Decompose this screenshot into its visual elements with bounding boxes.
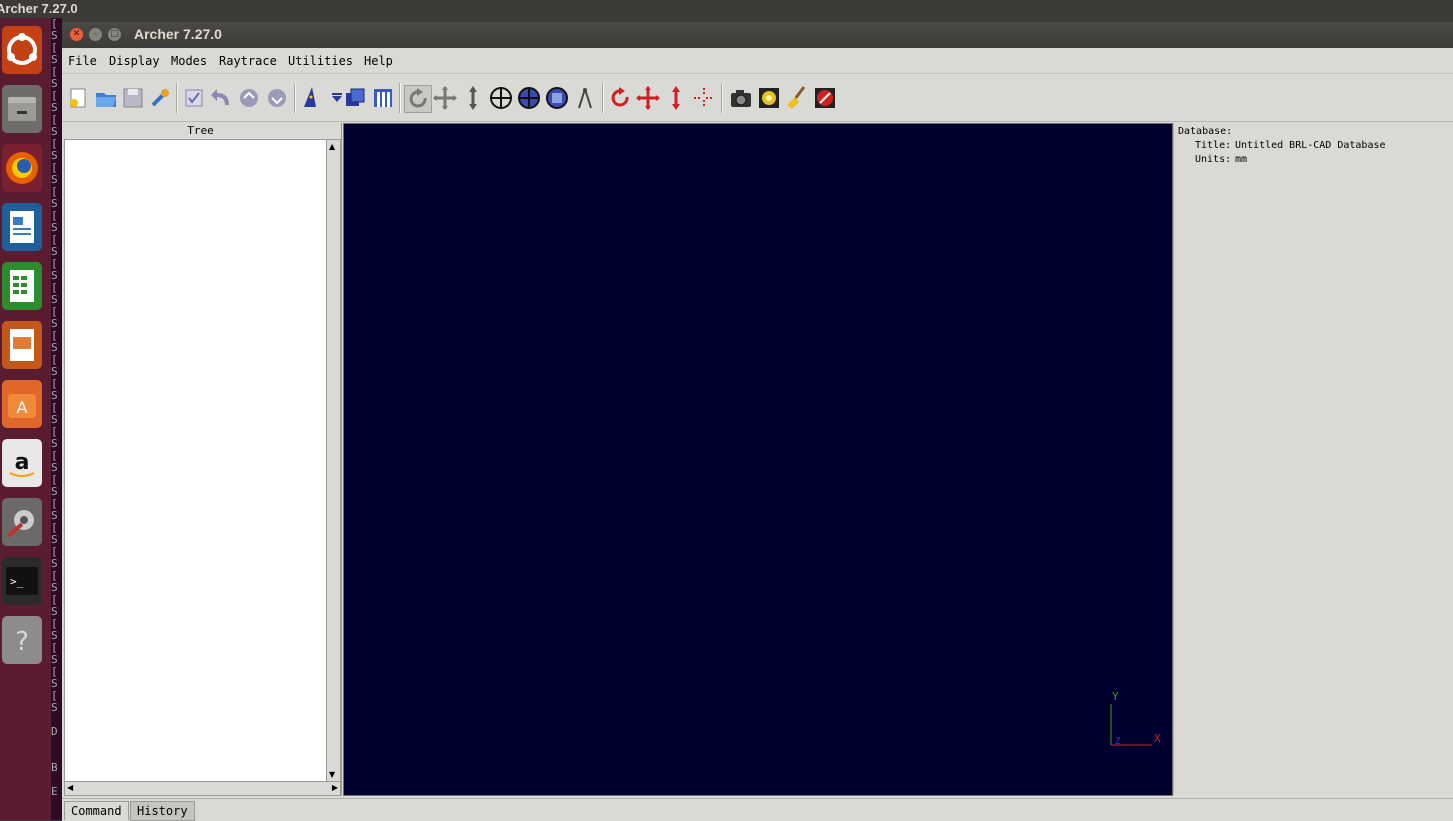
new-file-icon[interactable] [65, 85, 91, 111]
revert-icon[interactable] [264, 85, 290, 111]
amazon-icon[interactable]: a [2, 439, 42, 487]
writer-icon[interactable] [2, 203, 42, 251]
maximize-button[interactable]: □ [108, 28, 121, 41]
tree-horizontal-scrollbar[interactable]: ◀ ▶ [64, 781, 341, 796]
pane-sash[interactable] [341, 123, 342, 795]
z-axis-label: Z [1115, 737, 1121, 747]
firefox-icon[interactable] [2, 144, 42, 192]
top-panel: Archer 7.27.0 [0, 0, 1453, 18]
toolbar [62, 75, 1453, 122]
wizard-dropdown-icon[interactable] [324, 85, 342, 111]
svg-text:>_: >_ [10, 575, 24, 588]
panel-title: Archer 7.27.0 [0, 1, 78, 16]
files-icon[interactable] [2, 85, 42, 133]
properties-panel: Database: Title: Untitled BRL-CAD Databa… [1173, 123, 1453, 795]
scroll-down-icon[interactable]: ▼ [329, 770, 335, 779]
broom-clear-icon[interactable] [784, 85, 810, 111]
minimize-button[interactable]: – [89, 28, 102, 41]
edit-rotate-icon[interactable] [607, 85, 633, 111]
preferences-wrench-icon[interactable] [147, 85, 173, 111]
tree-panel[interactable] [64, 139, 327, 782]
tree-vertical-scrollbar[interactable]: ▲ ▼ [326, 139, 341, 782]
window-title: Archer 7.27.0 [134, 26, 222, 42]
archer-window: ✕ – □ Archer 7.27.0 File Display Modes R… [62, 22, 1453, 821]
y-axis-label: Y [1112, 690, 1119, 703]
stop-raytrace-icon[interactable] [812, 85, 838, 111]
sphere-view-icon[interactable] [516, 85, 542, 111]
camera-icon[interactable] [728, 85, 754, 111]
save-icon[interactable] [120, 85, 146, 111]
checkbox-icon[interactable] [181, 85, 207, 111]
database-label: Database: [1178, 126, 1233, 137]
help-icon[interactable]: ? [2, 616, 42, 664]
svg-text:A: A [17, 398, 28, 417]
svg-text:?: ? [15, 627, 29, 657]
open-folder-icon[interactable] [93, 85, 119, 111]
raytrace-icon[interactable] [756, 85, 782, 111]
tree-header: Tree [187, 124, 214, 137]
terminal-text: [ S [ S [ S [ S [ S [ S [ S [ S [ S [ S … [51, 18, 58, 798]
svg-text:a: a [15, 450, 30, 475]
cube-view-icon[interactable] [544, 85, 570, 111]
menu-utilities[interactable]: Utilities [288, 54, 353, 68]
translate-mode-icon[interactable] [432, 85, 458, 111]
units-value: mm [1235, 154, 1248, 165]
scroll-right-icon[interactable]: ▶ [332, 783, 338, 792]
launcher: A a >_ ? [0, 18, 51, 820]
undo-icon[interactable] [209, 85, 235, 111]
rotate-mode-icon[interactable] [404, 85, 432, 113]
terminal-icon[interactable]: >_ [2, 557, 42, 605]
measure-tool-icon[interactable] [572, 85, 598, 111]
copy-windows-icon[interactable] [342, 85, 368, 111]
close-button[interactable]: ✕ [70, 28, 83, 41]
calc-icon[interactable] [2, 262, 42, 310]
scroll-up-icon[interactable]: ▲ [329, 142, 335, 151]
settings-icon[interactable] [2, 498, 42, 546]
scale-mode-icon[interactable] [460, 85, 486, 111]
x-axis-label: X [1154, 732, 1161, 745]
menu-help[interactable]: Help [364, 54, 393, 68]
window-titlebar[interactable]: ✕ – □ Archer 7.27.0 [62, 22, 1453, 48]
tab-history[interactable]: History [130, 801, 195, 821]
menu-file[interactable]: File [68, 54, 97, 68]
menu-modes[interactable]: Modes [171, 54, 207, 68]
menu-display[interactable]: Display [109, 54, 160, 68]
software-center-icon[interactable]: A [2, 380, 42, 428]
scroll-left-icon[interactable]: ◀ [67, 783, 73, 792]
graphics-viewport[interactable]: Y X Z [343, 123, 1173, 796]
tab-command[interactable]: Command [64, 801, 129, 820]
bottom-tabs: Command History [62, 798, 1453, 821]
axes-indicator: Y X Z [1110, 690, 1161, 747]
panes-icon[interactable] [370, 85, 396, 111]
title-value: Untitled BRL-CAD Database [1235, 140, 1386, 151]
edit-translate-icon[interactable] [635, 85, 661, 111]
ubuntu-dash-icon[interactable] [2, 26, 42, 74]
edit-scale-icon[interactable] [663, 85, 689, 111]
terminal-background: [ S [ S [ S [ S [ S [ S [ S [ S [ S [ S … [51, 18, 62, 820]
redo-icon[interactable] [236, 85, 262, 111]
impress-icon[interactable] [2, 321, 42, 369]
wizard-hat-icon[interactable] [299, 85, 325, 111]
menubar: File Display Modes Raytrace Utilities He… [62, 49, 1453, 74]
center-view-icon[interactable] [488, 85, 514, 111]
units-label: Units: [1195, 154, 1232, 165]
title-label: Title: [1195, 140, 1232, 151]
edit-center-icon[interactable] [691, 85, 717, 111]
menu-raytrace[interactable]: Raytrace [219, 54, 277, 68]
